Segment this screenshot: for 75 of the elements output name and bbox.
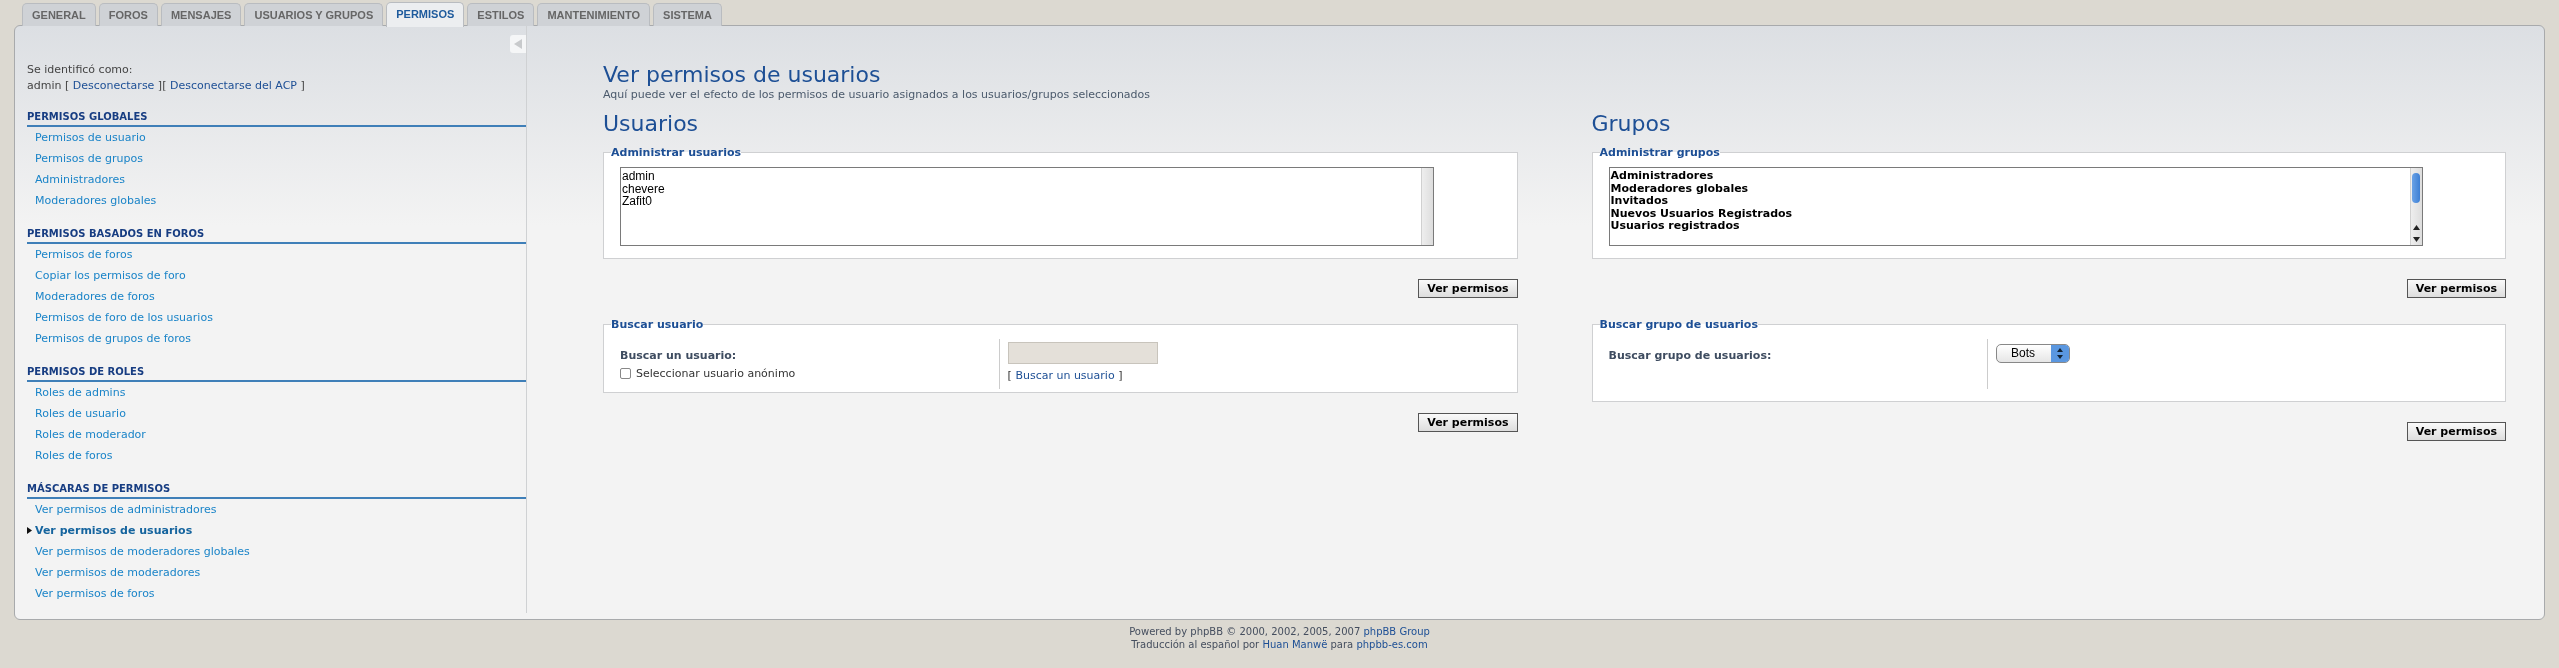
sidebar-link[interactable]: Ver permisos de administradores (27, 499, 526, 520)
logout-link[interactable]: Desconectarse (72, 79, 155, 92)
page-description: Aquí puede ver el efecto de los permisos de usuario asignados a los usuarios/grupos seleccionados (603, 88, 1152, 101)
stepper-icon (2051, 344, 2070, 362)
section-header: PERMISOS DE ROLES (27, 366, 526, 382)
group-dropdown[interactable]: Bots (1996, 343, 2071, 363)
sidebar-link[interactable]: Permisos de foros (27, 244, 526, 265)
nav-tab[interactable]: MANTENIMIENTO (537, 3, 651, 26)
footer-text: Powered by phpBB © 2000, 2002, 2005, 2007 phpBB Group (1128, 625, 1431, 638)
nav-tab[interactable]: ESTILOS (467, 3, 535, 26)
section-header: PERMISOS BASADOS EN FOROS (27, 228, 526, 244)
sidebar-link[interactable]: Permisos de grupos de foros (27, 328, 526, 349)
find-user-text: [ Buscar un usuario ] (1007, 369, 1123, 382)
list-option[interactable]: Usuarios registrados (1610, 220, 2409, 233)
fieldset-legend: Buscar usuario (611, 318, 704, 331)
fieldset-legend: Administrar usuarios (611, 146, 742, 159)
view-permissions-button[interactable]: Ver permisos (1418, 413, 1518, 432)
fieldset-legend: Administrar grupos (1599, 146, 1720, 159)
nav-tab[interactable]: GENERAL (22, 3, 96, 26)
list-box[interactable]: admin chevere Zafit0 (620, 167, 1435, 246)
footer-text: Traducción al español por Huan Manwë para phpbb-es.com (1130, 638, 1429, 651)
nav-tab[interactable]: PERMISOS (386, 2, 465, 27)
sidebar-link[interactable]: Ver permisos de foros (27, 583, 526, 604)
view-permissions-button[interactable]: Ver permisos (1418, 279, 1518, 298)
sidebar-link[interactable]: Roles de moderador (27, 424, 526, 445)
pointer-icon (27, 527, 32, 534)
sidebar-link[interactable]: Roles de foros (27, 445, 526, 466)
page-title: Ver permisos de usuarios (603, 62, 882, 87)
sidebar-link[interactable]: Roles de admins (27, 382, 526, 403)
view-permissions-button[interactable]: Ver permisos (2406, 422, 2506, 441)
scrollbar[interactable] (2409, 168, 2422, 245)
down-arrow-icon (2412, 237, 2420, 243)
up-arrow-icon (2412, 225, 2420, 231)
section-header: PERMISOS GLOBALES (27, 111, 526, 127)
sidebar-link[interactable]: Administradores (27, 169, 526, 190)
scrollbar[interactable] (1421, 168, 1434, 245)
fieldset-legend: Buscar grupo de usuarios (1599, 318, 1758, 331)
sidebar-link[interactable]: Ver permisos de moderadores (27, 562, 526, 583)
nav-tab[interactable]: USUARIOS Y GRUPOS (244, 3, 384, 26)
footer-link[interactable]: Huan Manwë (1262, 639, 1328, 650)
list-option[interactable]: chevere (622, 182, 1421, 195)
nav-tab[interactable]: FOROS (98, 3, 158, 26)
list-option[interactable]: admin (622, 170, 1421, 183)
sidebar-link[interactable]: Permisos de foro de los usuarios (27, 307, 526, 328)
list-option[interactable]: Moderadores globales (1610, 182, 2409, 195)
list-option[interactable]: Zafit0 (622, 195, 1421, 208)
list-box[interactable]: Administradores Moderadores globales Invitados Nuevos Usuarios Registrados Usuarios registrados (1608, 167, 2423, 246)
login-status: admin [ Desconectarse ][ Desconectarse del ACP ] (27, 78, 306, 94)
sidebar-link[interactable]: Moderadores de foros (27, 286, 526, 307)
field-label: Buscar un usuario: (620, 348, 738, 362)
view-permissions-button[interactable]: Ver permisos (2406, 279, 2506, 298)
nav-tab[interactable]: MENSAJES (160, 3, 242, 26)
column-heading: Grupos (1591, 111, 1672, 136)
sidebar-link[interactable]: Copiar los permisos de foro (27, 265, 526, 286)
list-option[interactable]: Nuevos Usuarios Registrados (1610, 207, 2409, 220)
list-option[interactable]: Invitados (1610, 195, 2409, 208)
sidebar-link[interactable]: Ver permisos de usuarios (27, 520, 526, 541)
login-label: Se identificó como: (27, 62, 134, 78)
field-label: Buscar grupo de usuarios: (1608, 348, 1773, 362)
sidebar-link[interactable]: Moderadores globales (27, 190, 526, 211)
column-heading: Usuarios (603, 111, 700, 136)
footer-link[interactable]: phpBB Group (1363, 626, 1430, 637)
sidebar-link[interactable]: Permisos de usuario (27, 127, 526, 148)
nav-tab[interactable]: SISTEMA (653, 3, 722, 26)
input-field[interactable] (1007, 342, 1158, 364)
sidebar-link[interactable]: Ver permisos de moderadores globales (27, 541, 526, 562)
find-user-link[interactable]: Buscar un usuario (1015, 369, 1115, 382)
sidebar-link[interactable]: Roles de usuario (27, 403, 526, 424)
checkbox[interactable] (620, 368, 631, 379)
section-header: MÁSCARAS DE PERMISOS (27, 483, 526, 499)
logout-link[interactable]: Desconectarse del ACP (169, 79, 297, 92)
list-option[interactable]: Administradores (1610, 170, 2409, 183)
sidebar-link[interactable]: Permisos de grupos (27, 148, 526, 169)
footer-link[interactable]: phpbb-es.com (1356, 639, 1428, 650)
checkbox-label: Seleccionar usuario anónimo (636, 367, 796, 380)
